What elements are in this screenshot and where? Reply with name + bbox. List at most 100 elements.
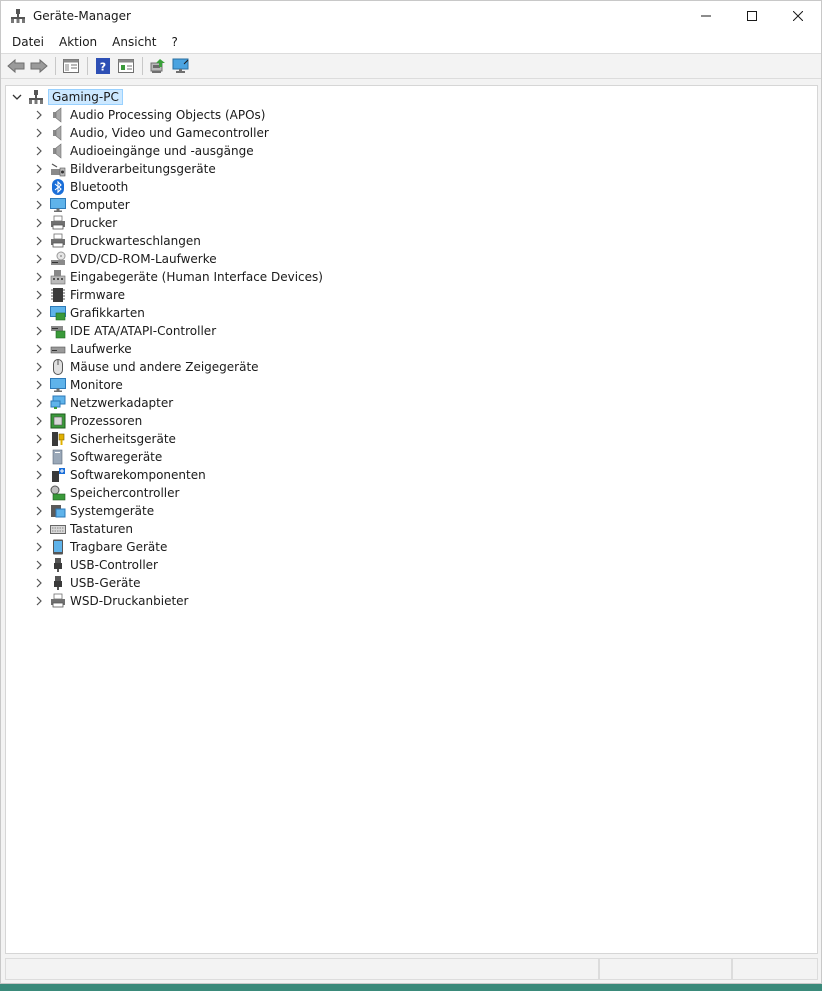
tree-item-label: Systemgeräte bbox=[70, 504, 155, 518]
status-cell-2 bbox=[599, 958, 732, 980]
tree-item[interactable]: WSD-Druckanbieter bbox=[6, 592, 323, 610]
tree-item[interactable]: Audioeingänge und -ausgänge bbox=[6, 142, 323, 160]
tree-item-label: Audio, Video und Gamecontroller bbox=[70, 126, 269, 140]
chevron-right-icon[interactable] bbox=[32, 396, 46, 410]
device-tree[interactable]: Gaming-PC Audio Processing Objects (APOs… bbox=[5, 85, 818, 954]
maximize-button[interactable] bbox=[729, 1, 775, 31]
chevron-right-icon[interactable] bbox=[32, 252, 46, 266]
tree-item-label: Audio Processing Objects (APOs) bbox=[70, 108, 266, 122]
tree-item[interactable]: Drucker bbox=[6, 214, 323, 232]
chevron-right-icon[interactable] bbox=[32, 234, 46, 248]
close-button[interactable] bbox=[775, 1, 821, 31]
tree-item[interactable]: Tastaturen bbox=[6, 520, 323, 538]
tree-item[interactable]: Audio Processing Objects (APOs) bbox=[6, 106, 323, 124]
disc-drive-icon bbox=[50, 251, 66, 267]
tree-item[interactable]: Grafikkarten bbox=[6, 304, 323, 322]
chevron-right-icon[interactable] bbox=[32, 432, 46, 446]
tree-item[interactable]: Tragbare Geräte bbox=[6, 538, 323, 556]
chevron-right-icon[interactable] bbox=[32, 414, 46, 428]
tree-item[interactable]: Mäuse und andere Zeigegeräte bbox=[6, 358, 323, 376]
menu-help[interactable]: ? bbox=[165, 31, 183, 53]
tree-item[interactable]: Laufwerke bbox=[6, 340, 323, 358]
forward-button[interactable] bbox=[28, 55, 50, 77]
tree-item[interactable]: DVD/CD-ROM-Laufwerke bbox=[6, 250, 323, 268]
chevron-right-icon[interactable] bbox=[32, 288, 46, 302]
graphics-card-icon bbox=[50, 305, 66, 321]
help-button[interactable]: ? bbox=[92, 55, 114, 77]
chevron-right-icon[interactable] bbox=[32, 306, 46, 320]
tree-item[interactable]: Bildverarbeitungsgeräte bbox=[6, 160, 323, 178]
tree-item-label: USB-Geräte bbox=[70, 576, 141, 590]
tree-item[interactable]: Bluetooth bbox=[6, 178, 323, 196]
tree-item-label: Eingabegeräte (Human Interface Devices) bbox=[70, 270, 323, 284]
tree-item[interactable]: Computer bbox=[6, 196, 323, 214]
network-icon bbox=[50, 395, 66, 411]
tree-item-label: Grafikkarten bbox=[70, 306, 145, 320]
properties-button[interactable] bbox=[115, 55, 137, 77]
chevron-right-icon[interactable] bbox=[32, 198, 46, 212]
software-component-icon bbox=[50, 467, 66, 483]
chevron-right-icon[interactable] bbox=[32, 144, 46, 158]
svg-text:?: ? bbox=[100, 61, 106, 74]
chevron-right-icon[interactable] bbox=[32, 216, 46, 230]
toolbar: ? bbox=[1, 53, 821, 79]
chevron-right-icon[interactable] bbox=[32, 378, 46, 392]
show-hide-console-tree-button[interactable] bbox=[60, 55, 82, 77]
menu-aktion[interactable]: Aktion bbox=[53, 31, 103, 53]
tree-root-gaming-pc[interactable]: Gaming-PC bbox=[6, 88, 323, 106]
software-device-icon bbox=[50, 449, 66, 465]
chevron-right-icon[interactable] bbox=[32, 504, 46, 518]
chevron-down-icon[interactable] bbox=[10, 90, 24, 104]
toolbar-separator bbox=[87, 57, 88, 75]
tree-item[interactable]: Audio, Video und Gamecontroller bbox=[6, 124, 323, 142]
tree-item[interactable]: Softwaregeräte bbox=[6, 448, 323, 466]
chevron-right-icon[interactable] bbox=[32, 324, 46, 338]
tree-item-label: Druckwarteschlangen bbox=[70, 234, 201, 248]
chevron-right-icon[interactable] bbox=[32, 450, 46, 464]
chevron-right-icon[interactable] bbox=[32, 360, 46, 374]
chevron-right-icon[interactable] bbox=[32, 342, 46, 356]
chevron-right-icon[interactable] bbox=[32, 594, 46, 608]
tree-item[interactable]: Druckwarteschlangen bbox=[6, 232, 323, 250]
tree-item-label: Tragbare Geräte bbox=[70, 540, 168, 554]
tree-item[interactable]: Prozessoren bbox=[6, 412, 323, 430]
update-driver-button[interactable] bbox=[147, 55, 169, 77]
chevron-right-icon[interactable] bbox=[32, 576, 46, 590]
back-button[interactable] bbox=[5, 55, 27, 77]
chevron-right-icon[interactable] bbox=[32, 108, 46, 122]
chevron-right-icon[interactable] bbox=[32, 162, 46, 176]
tree-item[interactable]: IDE ATA/ATAPI-Controller bbox=[6, 322, 323, 340]
chevron-right-icon[interactable] bbox=[32, 468, 46, 482]
chevron-right-icon[interactable] bbox=[32, 126, 46, 140]
tree-item[interactable]: USB-Geräte bbox=[6, 574, 323, 592]
tree-item[interactable]: Softwarekomponenten bbox=[6, 466, 323, 484]
computer-tree-icon bbox=[28, 89, 44, 105]
title-bar[interactable]: Geräte-Manager bbox=[1, 1, 821, 31]
menu-ansicht[interactable]: Ansicht bbox=[106, 31, 162, 53]
close-icon bbox=[793, 11, 803, 21]
tree-item-label: Netzwerkadapter bbox=[70, 396, 174, 410]
tree-item[interactable]: Sicherheitsgeräte bbox=[6, 430, 323, 448]
chevron-right-icon[interactable] bbox=[32, 558, 46, 572]
tree-item-label: DVD/CD-ROM-Laufwerke bbox=[70, 252, 217, 266]
drive-icon bbox=[50, 341, 66, 357]
tree-item-label: Prozessoren bbox=[70, 414, 143, 428]
chevron-right-icon[interactable] bbox=[32, 486, 46, 500]
chevron-right-icon[interactable] bbox=[32, 270, 46, 284]
minimize-button[interactable] bbox=[683, 1, 729, 31]
status-bar bbox=[5, 958, 818, 980]
menu-datei[interactable]: Datei bbox=[6, 31, 50, 53]
chevron-right-icon[interactable] bbox=[32, 540, 46, 554]
tree-item[interactable]: Systemgeräte bbox=[6, 502, 323, 520]
scan-hardware-button[interactable] bbox=[170, 55, 192, 77]
tree-item[interactable]: Speichercontroller bbox=[6, 484, 323, 502]
tree-item[interactable]: USB-Controller bbox=[6, 556, 323, 574]
tree-item[interactable]: Monitore bbox=[6, 376, 323, 394]
status-cell-main bbox=[5, 958, 599, 980]
tree-item[interactable]: Netzwerkadapter bbox=[6, 394, 323, 412]
chevron-right-icon[interactable] bbox=[32, 180, 46, 194]
toolbar-separator bbox=[55, 57, 56, 75]
tree-item[interactable]: Eingabegeräte (Human Interface Devices) bbox=[6, 268, 323, 286]
chevron-right-icon[interactable] bbox=[32, 522, 46, 536]
tree-item[interactable]: Firmware bbox=[6, 286, 323, 304]
